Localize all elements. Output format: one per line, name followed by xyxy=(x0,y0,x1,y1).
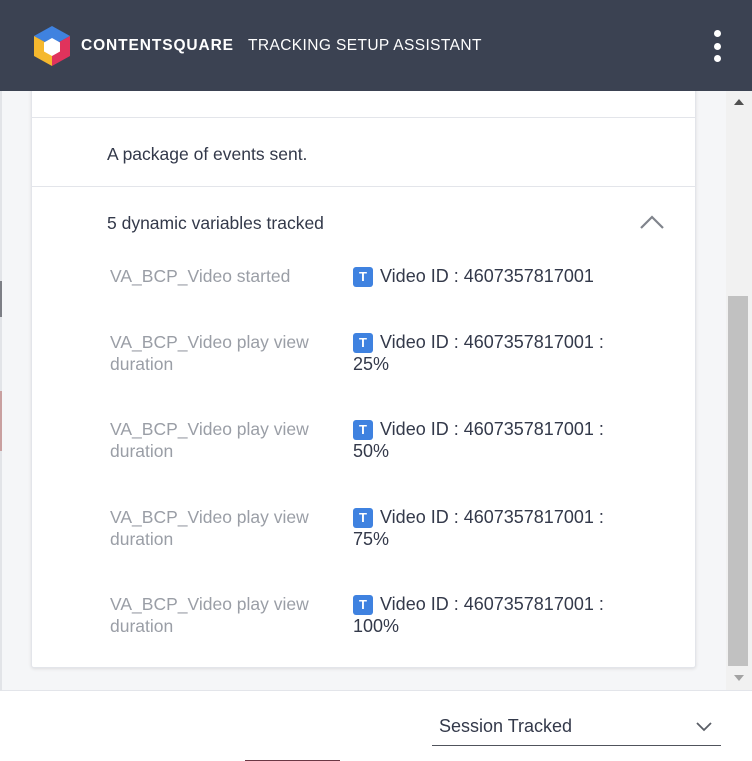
variable-value-text: Video ID : 4607357817001 xyxy=(380,266,594,286)
chevron-down-icon xyxy=(696,722,712,732)
dynamic-variables-title: 5 dynamic variables tracked xyxy=(107,213,324,233)
select-value: Session Tracked xyxy=(439,716,573,736)
text-type-badge: T xyxy=(353,508,373,528)
scrollbar-thumb[interactable] xyxy=(728,296,748,666)
divider xyxy=(32,117,695,118)
variable-value: T Video ID : 4607357817001 : 25% xyxy=(353,331,628,375)
footer-bar: Session Tracked xyxy=(2,690,752,761)
event-details-card: A package of events sent. 5 dynamic vari… xyxy=(31,91,696,668)
variable-value: T Video ID : 4607357817001 xyxy=(353,265,628,287)
variable-value-text: Video ID : 4607357817001 : 100% xyxy=(353,594,604,636)
contentsquare-logo-icon xyxy=(34,26,70,66)
brand-name: CONTENTSQUARE xyxy=(81,37,234,54)
event-description: A package of events sent. xyxy=(107,144,308,164)
variable-value: T Video ID : 4607357817001 : 50% xyxy=(353,418,628,462)
scroll-up-arrow-icon[interactable] xyxy=(734,99,744,105)
text-type-badge: T xyxy=(353,333,373,353)
variable-name: VA_BCP_Video play view duration xyxy=(110,507,309,549)
variable-value: T Video ID : 4607357817001 : 100% xyxy=(353,593,628,637)
kebab-menu-icon[interactable] xyxy=(708,30,726,62)
chevron-up-icon[interactable] xyxy=(639,214,665,230)
variable-name: VA_BCP_Video play view duration xyxy=(110,419,309,461)
app-subtitle: TRACKING SETUP ASSISTANT xyxy=(248,37,482,54)
scroll-down-arrow-icon[interactable] xyxy=(734,675,744,681)
text-type-badge: T xyxy=(353,420,373,440)
variable-value-text: Video ID : 4607357817001 : 75% xyxy=(353,507,604,549)
variable-value: T Video ID : 4607357817001 : 75% xyxy=(353,506,628,550)
tracking-status-select[interactable]: Session Tracked xyxy=(432,709,721,746)
variable-name: VA_BCP_Video play view duration xyxy=(110,594,309,636)
variable-name: VA_BCP_Video play view duration xyxy=(110,332,309,374)
variable-name: VA_BCP_Video started xyxy=(110,266,291,286)
variable-value-text: Video ID : 4607357817001 : 25% xyxy=(353,332,604,374)
app-header: CONTENTSQUARE TRACKING SETUP ASSISTANT xyxy=(0,0,752,91)
content-scroll-area[interactable]: A package of events sent. 5 dynamic vari… xyxy=(2,91,726,690)
variable-value-text: Video ID : 4607357817001 : 50% xyxy=(353,419,604,461)
text-type-badge: T xyxy=(353,267,373,287)
text-type-badge: T xyxy=(353,595,373,615)
vertical-scrollbar[interactable] xyxy=(726,91,752,690)
divider xyxy=(32,186,695,187)
